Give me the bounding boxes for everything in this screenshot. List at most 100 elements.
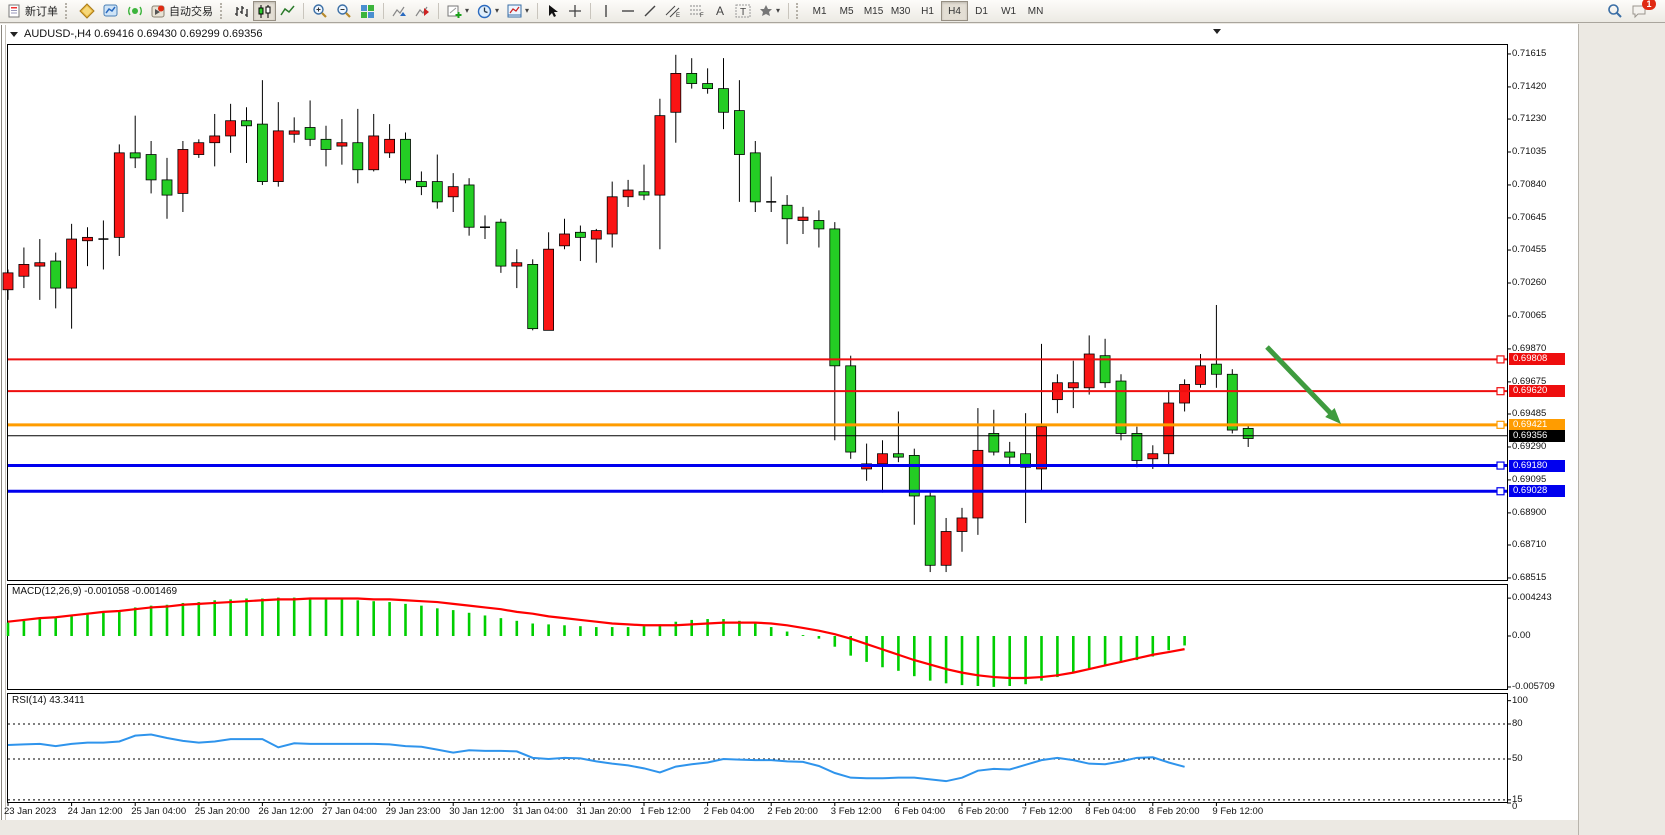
rsi-label: RSI(14) 43.3411	[12, 695, 85, 706]
toolbar-grip[interactable]	[796, 3, 803, 19]
axis-tick-label: 0.70840	[1512, 179, 1546, 190]
axis-tick-label: 0.71615	[1512, 48, 1546, 59]
timeframe-m15-button[interactable]: M15	[860, 1, 887, 21]
date-label: 25 Jan 04:00	[131, 806, 186, 817]
periods-button[interactable]: ▾	[473, 1, 503, 21]
timeframe-m30-button[interactable]: M30	[887, 1, 914, 21]
chevron-down-icon: ▾	[465, 7, 469, 15]
line-chart-button[interactable]	[276, 1, 299, 21]
candlestick-chart-icon	[257, 4, 272, 19]
crosshair-button[interactable]	[564, 1, 586, 21]
notifications-button[interactable]: 1	[1627, 1, 1651, 21]
axis-tick-label: 0.69485	[1512, 408, 1546, 419]
date-label: 8 Feb 20:00	[1149, 806, 1200, 817]
axis-tick-label: 0.70065	[1512, 310, 1546, 321]
toolbar-separator	[537, 3, 538, 19]
fibonacci-tool-button[interactable]: F	[685, 1, 709, 21]
date-label: 24 Jan 12:00	[68, 806, 123, 817]
bar-chart-icon	[234, 4, 249, 19]
axis-tick-label: 0.71035	[1512, 146, 1546, 157]
text-label-icon: T	[735, 4, 751, 18]
arrows-tool-button[interactable]: ▾	[755, 1, 784, 21]
autotrading-button[interactable]: 自动交易	[147, 1, 217, 21]
channel-tool-button[interactable]: E	[661, 1, 685, 21]
clock-icon	[477, 4, 492, 19]
chart-shift-icon	[415, 4, 430, 19]
axis-tick-label: 0.69290	[1512, 441, 1546, 452]
price-line-label: 0.69180	[1509, 460, 1565, 472]
date-label: 30 Jan 12:00	[449, 806, 504, 817]
axis-tick-label: 0.68515	[1512, 572, 1546, 583]
price-line-label: 0.69028	[1509, 485, 1565, 497]
timeframe-h4-button[interactable]: H4	[941, 1, 968, 21]
toolbar-separator	[303, 3, 304, 19]
chart-title-row: AUDUSD-,H4 0.69416 0.69430 0.69299 0.693…	[0, 26, 1580, 42]
mql-market-button[interactable]	[75, 1, 99, 21]
market-watch-icon	[103, 3, 119, 19]
timeframe-m1-button[interactable]: M1	[806, 1, 833, 21]
timeframe-w1-button[interactable]: W1	[995, 1, 1022, 21]
axis-tick-label: 0.70260	[1512, 277, 1546, 288]
tile-windows-icon	[360, 4, 375, 19]
auto-scroll-button[interactable]	[388, 1, 411, 21]
search-button[interactable]	[1603, 1, 1627, 21]
date-label: 9 Feb 12:00	[1212, 806, 1263, 817]
date-label: 31 Jan 04:00	[513, 806, 568, 817]
macd-label: MACD(12,26,9) -0.001058 -0.001469	[12, 586, 177, 597]
main-toolbar: 新订单 自动交易 ▾ ▾	[0, 0, 1665, 23]
horizontal-line-icon	[621, 4, 635, 18]
trendline-tool-button[interactable]	[639, 1, 661, 21]
bar-chart-button[interactable]	[230, 1, 253, 21]
fibonacci-icon: F	[689, 4, 705, 18]
date-label: 1 Feb 12:00	[640, 806, 691, 817]
chart-shift-button[interactable]	[411, 1, 434, 21]
toolbar-grip[interactable]	[65, 3, 72, 19]
chart-menu-triangle-icon[interactable]	[10, 32, 18, 37]
timeframe-mn-button[interactable]: MN	[1022, 1, 1049, 21]
notification-badge: 1	[1642, 0, 1656, 10]
axis-tick-label: 0.71420	[1512, 81, 1546, 92]
axis-tick-label: 50	[1512, 753, 1523, 764]
svg-text:F: F	[700, 13, 704, 18]
vertical-line-icon	[599, 4, 613, 18]
tile-windows-button[interactable]	[356, 1, 379, 21]
timeframe-d1-button[interactable]: D1	[968, 1, 995, 21]
signals-button[interactable]	[123, 1, 147, 21]
market-watch-button[interactable]	[99, 1, 123, 21]
date-label: 7 Feb 12:00	[1022, 806, 1073, 817]
template-icon	[507, 4, 522, 19]
price-chart[interactable]	[0, 0, 1665, 835]
trendline-icon	[643, 4, 657, 18]
new-chart-icon	[447, 4, 462, 19]
cursor-icon	[546, 4, 560, 18]
candlestick-chart-button[interactable]	[253, 1, 276, 21]
templates-button[interactable]: ▾	[503, 1, 533, 21]
timeframe-m5-button[interactable]: M5	[833, 1, 860, 21]
new-order-button[interactable]: 新订单	[4, 1, 62, 21]
new-chart-button[interactable]: ▾	[443, 1, 473, 21]
autotrading-icon	[151, 4, 166, 19]
cursor-button[interactable]	[542, 1, 564, 21]
horizontal-line-tool-button[interactable]	[617, 1, 639, 21]
axis-tick-label: 0.68710	[1512, 539, 1546, 550]
text-label-tool-button[interactable]: T	[731, 1, 755, 21]
axis-tick-label: 0.70645	[1512, 212, 1546, 223]
chart-title: AUDUSD-,H4 0.69416 0.69430 0.69299 0.693…	[24, 28, 263, 40]
vertical-line-tool-button[interactable]	[595, 1, 617, 21]
zoom-in-button[interactable]	[308, 1, 332, 21]
axis-tick-label: 100	[1512, 695, 1528, 706]
date-label: 29 Jan 23:00	[386, 806, 441, 817]
axis-tick-label: 0.70455	[1512, 244, 1546, 255]
svg-text:T: T	[740, 7, 746, 18]
toolbar-grip[interactable]	[220, 3, 227, 19]
equidistant-channel-icon: E	[665, 4, 681, 18]
timeframe-group: M1M5M15M30H1H4D1W1MN	[806, 1, 1049, 21]
axis-tick-label: 0.69870	[1512, 343, 1546, 354]
zoom-out-icon	[336, 3, 352, 19]
timeframe-h1-button[interactable]: H1	[914, 1, 941, 21]
zoom-out-button[interactable]	[332, 1, 356, 21]
text-tool-button[interactable]: A	[709, 1, 731, 21]
date-label: 25 Jan 20:00	[195, 806, 250, 817]
new-order-label: 新订单	[25, 3, 58, 19]
axis-tick-label: -0.005709	[1512, 681, 1555, 692]
